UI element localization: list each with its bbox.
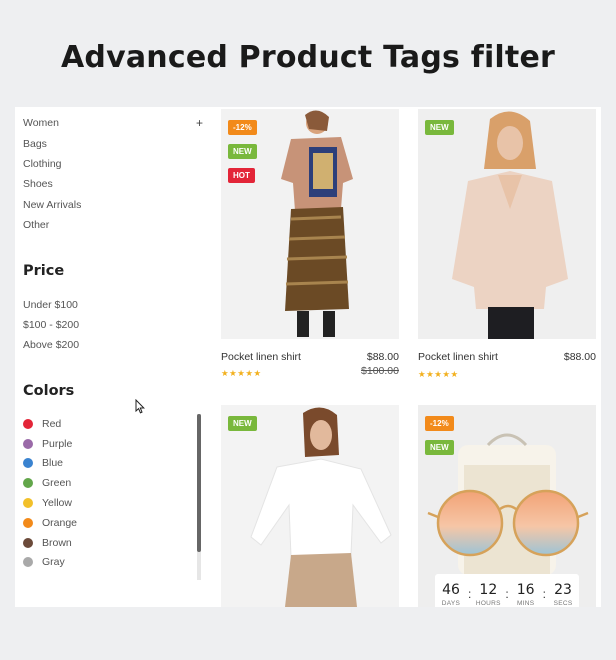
category-list: Women + Bags Clothing Shoes New Arrivals… [23, 113, 203, 235]
sale-countdown: 46 DAYS : 12 HOURS : 16 MINS : 23 SECS [435, 574, 579, 607]
mins-value: 16 [516, 581, 535, 598]
color-item-green[interactable]: Green [23, 473, 193, 493]
product-card[interactable]: -12% NEW HOT Pocket linen shirt $88.00 $… [221, 109, 399, 379]
color-swatch-icon [23, 517, 33, 528]
color-swatch-icon [23, 438, 33, 449]
hot-tag: HOT [228, 168, 255, 183]
new-tag: NEW [425, 440, 454, 455]
countdown-days: 46 DAYS [436, 582, 466, 607]
countdown-hours: 12 HOURS [473, 582, 503, 607]
secs-label: SECS [553, 599, 573, 607]
category-bags[interactable]: Bags [23, 133, 203, 153]
new-tag: NEW [228, 416, 257, 431]
color-label: Purple [42, 437, 73, 450]
category-label: Bags [23, 137, 47, 150]
color-item-gray[interactable]: Gray [23, 553, 193, 573]
discount-tag: -12% [228, 120, 257, 135]
color-swatch-icon [23, 498, 33, 509]
countdown-separator: : [505, 587, 509, 601]
product-name[interactable]: Pocket linen shirt [418, 351, 498, 363]
days-value: 46 [442, 581, 460, 598]
hours-label: HOURS [475, 599, 501, 607]
color-label: Red [42, 417, 62, 430]
product-old-price: $100.00 [361, 365, 399, 377]
plus-icon[interactable]: + [196, 116, 203, 130]
product-name[interactable]: Pocket linen shirt [221, 351, 301, 363]
price-heading: Price [23, 263, 65, 279]
page-title: Advanced Product Tags filter [60, 40, 555, 75]
color-swatch-icon [23, 458, 33, 469]
tag-group: -12% NEW [425, 413, 454, 455]
product-card[interactable]: NEW [221, 405, 399, 607]
color-swatch-icon [23, 537, 33, 548]
color-item-brown[interactable]: Brown [23, 533, 193, 553]
star-rating: ★★★★★ [418, 369, 459, 379]
days-label: DAYS [441, 599, 461, 607]
product-price: $88.00 [563, 351, 596, 363]
color-item-purple[interactable]: Purple [23, 434, 193, 454]
category-clothing[interactable]: Clothing [23, 154, 203, 174]
tag-group: -12% NEW HOT [228, 117, 257, 183]
mouse-pointer-icon [135, 399, 145, 414]
price-filter-list: Under $100 $100 - $200 Above $200 [23, 295, 193, 355]
price-under-100[interactable]: Under $100 [23, 295, 193, 315]
color-swatch-icon [23, 478, 33, 489]
category-women[interactable]: Women + [23, 113, 203, 133]
countdown-secs: 23 SECS [548, 582, 578, 607]
countdown-separator: : [467, 587, 472, 601]
product-image[interactable]: NEW [418, 109, 596, 339]
color-label: Blue [42, 457, 64, 470]
colors-heading: Colors [23, 383, 75, 399]
product-image[interactable]: NEW [221, 405, 399, 607]
category-other[interactable]: Other [23, 215, 203, 235]
hours-value: 12 [479, 581, 498, 598]
color-label: Green [42, 477, 72, 490]
color-item-yellow[interactable]: Yellow [23, 493, 193, 513]
product-image[interactable]: -12% NEW HOT [221, 109, 399, 339]
price-100-200[interactable]: $100 - $200 [23, 315, 193, 335]
countdown-mins: 16 MINS [511, 582, 541, 607]
category-label: Shoes [23, 178, 53, 191]
secs-value: 23 [554, 581, 572, 598]
color-item-blue[interactable]: Blue [23, 454, 193, 474]
filter-sidebar: Women + Bags Clothing Shoes New Arrivals… [15, 107, 211, 607]
product-card[interactable]: -12% NEW 46 DAYS : 12 HOURS : 16 MINS : [418, 405, 596, 607]
product-photo-woman-white-top [221, 405, 399, 607]
category-label: Women [23, 117, 59, 130]
color-swatch-icon [23, 557, 33, 568]
color-label: Brown [42, 536, 72, 549]
color-label: Gray [42, 556, 65, 569]
mins-label: MINS [516, 599, 535, 607]
countdown-separator: : [542, 587, 547, 601]
category-shoes[interactable]: Shoes [23, 174, 203, 194]
new-tag: NEW [425, 120, 454, 135]
product-image[interactable]: -12% NEW 46 DAYS : 12 HOURS : 16 MINS : [418, 405, 596, 607]
discount-tag: -12% [425, 416, 454, 431]
shop-panel: Women + Bags Clothing Shoes New Arrivals… [15, 107, 601, 607]
price-above-200[interactable]: Above $200 [23, 335, 193, 355]
category-label: New Arrivals [23, 198, 82, 211]
product-photo-woman-blouse [418, 109, 596, 339]
color-item-orange[interactable]: Orange [23, 513, 193, 533]
category-label: Other [23, 219, 50, 232]
color-label: Orange [42, 516, 78, 529]
new-tag: NEW [228, 144, 257, 159]
category-new-arrivals[interactable]: New Arrivals [23, 195, 203, 215]
product-card[interactable]: NEW Pocket linen shirt $88.00 ★★★★★ [418, 109, 596, 380]
color-item-red[interactable]: Red [23, 414, 193, 434]
color-swatch-icon [23, 418, 33, 429]
product-price: $88.00 [366, 351, 399, 363]
tag-group: NEW [228, 413, 257, 431]
tag-group: NEW [425, 117, 454, 135]
category-label: Clothing [23, 157, 62, 170]
color-label: Yellow [42, 497, 72, 510]
scrollbar-thumb[interactable] [197, 414, 201, 552]
color-filter-list: Red Purple Blue Green Yellow Orange Brown Gray [23, 414, 193, 572]
